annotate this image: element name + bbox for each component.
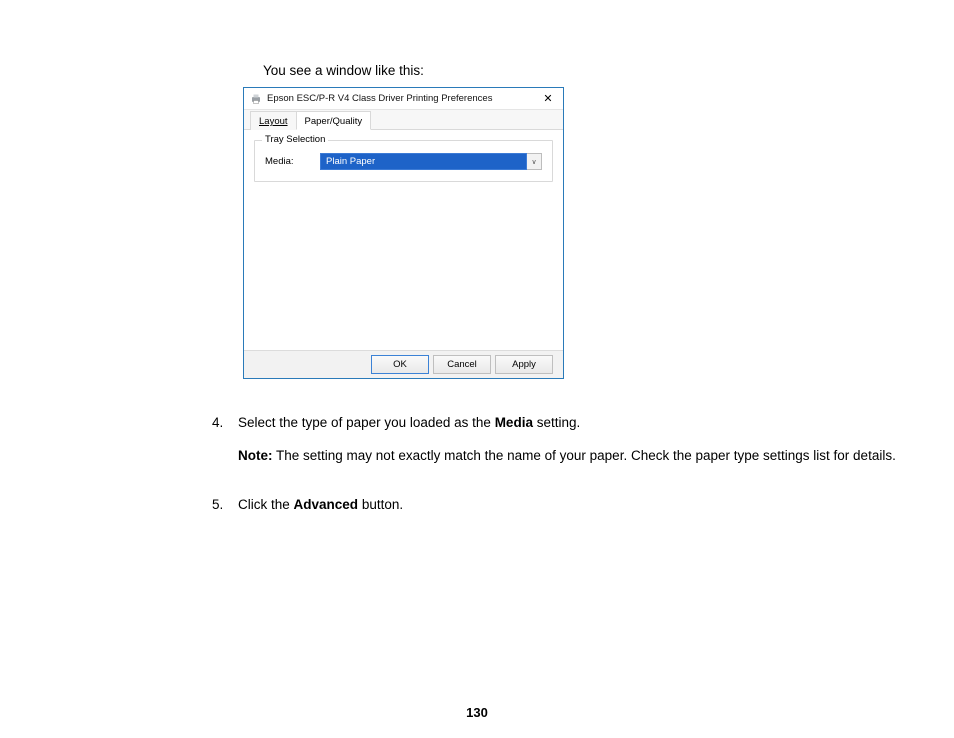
titlebar: Epson ESC/P-R V4 Class Driver Printing P… (244, 88, 563, 110)
step-number: 5. (212, 496, 238, 515)
page-number: 130 (0, 705, 954, 720)
close-icon: ✕ (543, 92, 552, 105)
step-4-text: Select the type of paper you loaded as t… (238, 414, 920, 433)
ok-button[interactable]: OK (371, 355, 429, 374)
steps-list: 4. Select the type of paper you loaded a… (212, 414, 920, 545)
tab-paper-quality[interactable]: Paper/Quality (296, 111, 372, 130)
media-combobox[interactable]: Plain Paper ∨ (320, 153, 542, 170)
step-5-text: Click the Advanced button. (238, 496, 920, 515)
button-bar: OK Cancel Apply (244, 350, 563, 378)
step-5: 5. Click the Advanced button. (212, 496, 920, 515)
step-4-note: Note: The setting may not exactly match … (238, 447, 920, 466)
group-title: Tray Selection (262, 134, 328, 145)
step-4: 4. Select the type of paper you loaded a… (212, 414, 920, 466)
tab-body: Tray Selection Media: Plain Paper ∨ Adva… (244, 130, 563, 350)
tray-selection-group: Tray Selection Media: Plain Paper ∨ (254, 140, 553, 182)
close-button[interactable]: ✕ (533, 88, 563, 109)
window-title: Epson ESC/P-R V4 Class Driver Printing P… (267, 93, 492, 104)
media-selected-value: Plain Paper (320, 153, 527, 170)
tab-row: Layout Paper/Quality (244, 110, 563, 130)
printer-icon (250, 93, 262, 105)
step-number: 4. (212, 414, 238, 466)
intro-text: You see a window like this: (263, 63, 424, 78)
apply-button[interactable]: Apply (495, 355, 553, 374)
tab-layout[interactable]: Layout (250, 111, 297, 130)
printing-preferences-window: Epson ESC/P-R V4 Class Driver Printing P… (243, 87, 564, 379)
media-label: Media: (265, 156, 320, 167)
cancel-button[interactable]: Cancel (433, 355, 491, 374)
chevron-down-icon[interactable]: ∨ (527, 153, 542, 170)
